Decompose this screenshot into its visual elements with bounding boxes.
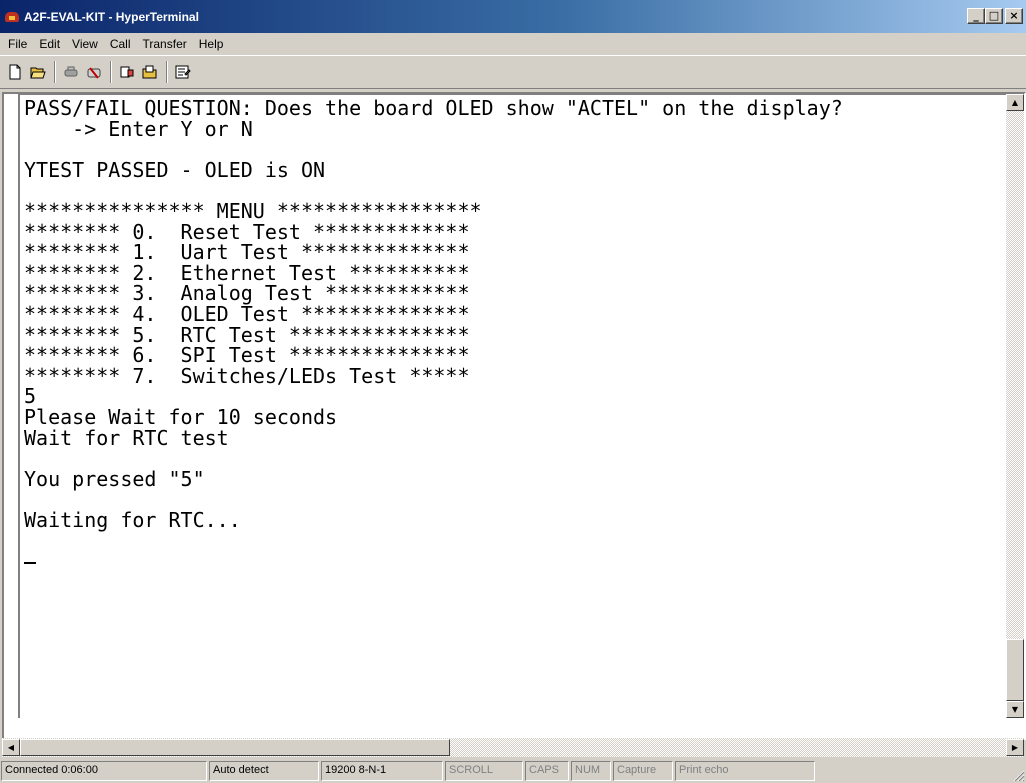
- status-connected: Connected 0:06:00: [1, 761, 207, 781]
- terminal-line: [24, 551, 1006, 572]
- status-bar: Connected 0:06:00 Auto detect 19200 8-N-…: [0, 759, 1026, 783]
- toolbar: [0, 55, 1026, 89]
- terminal-line: ******** 3. Analog Test ************: [24, 281, 470, 306]
- properties-icon[interactable]: [172, 61, 194, 83]
- status-capture: Capture: [613, 761, 673, 781]
- terminal-line: ******** 7. Switches/LEDs Test *****: [24, 363, 470, 388]
- scroll-up-arrow[interactable]: ▲: [1006, 94, 1024, 111]
- menu-bar: File Edit View Call Transfer Help: [0, 33, 1026, 55]
- close-button[interactable]: ×: [1005, 8, 1023, 24]
- terminal-output: PASS/FAIL QUESTION: Does the board OLED …: [20, 95, 1006, 572]
- scroll-right-arrow[interactable]: ▶: [1006, 739, 1024, 756]
- terminal-line: PASS/FAIL QUESTION: Does the board OLED …: [24, 96, 843, 120]
- terminal-line: ******** 0. Reset Test *************: [24, 219, 470, 244]
- menu-view[interactable]: View: [66, 37, 104, 51]
- resize-grip-icon[interactable]: [1011, 768, 1025, 782]
- scroll-down-arrow[interactable]: ▼: [1006, 701, 1024, 718]
- new-icon[interactable]: [4, 61, 26, 83]
- window-title: A2F-EVAL-KIT - HyperTerminal: [24, 9, 199, 24]
- toolbar-separator: [54, 61, 56, 83]
- connect-icon[interactable]: [60, 61, 82, 83]
- hyperterminal-app-icon[interactable]: [4, 9, 20, 25]
- terminal-line: YTEST PASSED - OLED is ON: [24, 157, 326, 182]
- status-num: NUM: [571, 761, 611, 781]
- text-cursor: [24, 561, 36, 564]
- status-print-echo: Print echo: [675, 761, 815, 781]
- menu-edit[interactable]: Edit: [33, 37, 66, 51]
- send-icon[interactable]: [116, 61, 138, 83]
- terminal-line: -> Enter Y or N: [24, 116, 253, 141]
- minimize-button[interactable]: _: [967, 8, 985, 24]
- vertical-scrollbar[interactable]: ▲ ▼: [1006, 94, 1024, 718]
- terminal-frame: PASS/FAIL QUESTION: Does the board OLED …: [2, 92, 1026, 740]
- terminal-line: You pressed "5": [24, 466, 205, 491]
- toolbar-separator: [110, 61, 112, 83]
- title-bar: A2F-EVAL-KIT - HyperTerminal _ □ ×: [0, 0, 1026, 33]
- terminal-screen[interactable]: PASS/FAIL QUESTION: Does the board OLED …: [18, 94, 1006, 718]
- terminal-line: 5: [24, 384, 37, 409]
- menu-help[interactable]: Help: [193, 37, 230, 51]
- horizontal-scrollbar[interactable]: ◀ ▶: [2, 738, 1024, 757]
- terminal-line: ******** 1. Uart Test **************: [24, 240, 470, 265]
- terminal-line: Please Wait for 10 seconds: [24, 404, 338, 429]
- scroll-left-arrow[interactable]: ◀: [2, 739, 20, 756]
- menu-transfer[interactable]: Transfer: [137, 37, 193, 51]
- vertical-scroll-thumb[interactable]: [1006, 639, 1024, 701]
- receive-icon[interactable]: [139, 61, 161, 83]
- open-icon[interactable]: [27, 61, 49, 83]
- status-detect: Auto detect: [209, 761, 319, 781]
- toolbar-separator: [166, 61, 168, 83]
- window-controls: _ □ ×: [967, 8, 1023, 24]
- menu-file[interactable]: File: [2, 37, 33, 51]
- horizontal-scroll-thumb[interactable]: [20, 739, 450, 756]
- menu-call[interactable]: Call: [104, 37, 137, 51]
- terminal-line: ******** 5. RTC Test ***************: [24, 322, 470, 347]
- status-caps: CAPS: [525, 761, 569, 781]
- terminal-line: ******** 2. Ethernet Test **********: [24, 260, 470, 285]
- terminal-line: ******** 6. SPI Test ***************: [24, 343, 470, 368]
- terminal-line: Waiting for RTC...: [24, 507, 241, 532]
- maximize-button[interactable]: □: [985, 8, 1003, 24]
- status-port: 19200 8-N-1: [321, 761, 443, 781]
- disconnect-icon[interactable]: [83, 61, 105, 83]
- terminal-line: *************** MENU *****************: [24, 198, 482, 223]
- terminal-line: ******** 4. OLED Test **************: [24, 301, 470, 326]
- terminal-line: Wait for RTC test: [24, 425, 229, 450]
- status-scroll: SCROLL: [445, 761, 523, 781]
